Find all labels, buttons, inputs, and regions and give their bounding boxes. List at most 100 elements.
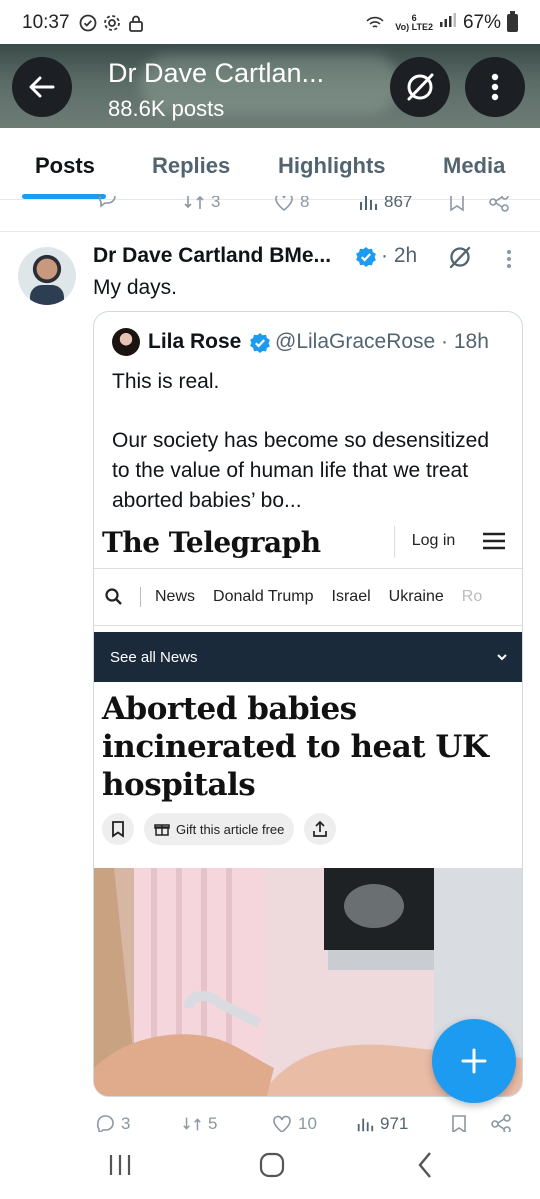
reply-icon[interactable]	[96, 196, 118, 208]
recents-icon	[109, 1155, 131, 1175]
quote-author-avatar	[112, 328, 140, 356]
lock-icon	[126, 13, 146, 33]
gift-article-pill: Gift this article free	[144, 813, 295, 845]
share-button[interactable]	[490, 1114, 512, 1132]
back-button[interactable]	[12, 57, 72, 117]
tab-media[interactable]: Media	[443, 153, 505, 179]
hamburger-icon	[483, 532, 505, 550]
quote-author-handle: @LilaGraceRose · 18h	[275, 330, 489, 353]
quoted-tweet-card[interactable]: Lila Rose @LilaGraceRose · 18h This is r…	[93, 311, 523, 1097]
like-count: 10	[298, 1114, 317, 1132]
grok-icon	[407, 73, 434, 101]
nav-item-truncated: Ro	[461, 588, 483, 605]
recents-button[interactable]	[100, 1150, 140, 1180]
telegraph-logo: The Telegraph	[102, 526, 321, 559]
retweet-icon	[184, 196, 204, 209]
settings-gear-icon	[102, 13, 122, 33]
retweet-button[interactable]: 3	[183, 196, 220, 212]
quote-text-line: This is real.	[112, 370, 220, 393]
grok-icon[interactable]	[447, 244, 473, 270]
like-count: 8	[300, 196, 310, 211]
bookmark-button[interactable]	[450, 1114, 468, 1132]
status-time: 10:37	[22, 12, 70, 33]
views-icon	[357, 1118, 374, 1132]
tab-posts[interactable]: Posts	[35, 153, 95, 179]
quote-text-line: Our society has become so desensitized t…	[112, 429, 490, 512]
more-options-button[interactable]	[465, 57, 525, 117]
views-button[interactable]: 971	[356, 1114, 408, 1132]
reply-button[interactable]: 3	[95, 1114, 130, 1132]
nav-item-donald-trump: Donald Trump	[213, 588, 314, 605]
network-type: 6 Vo) LTE2	[395, 14, 433, 32]
like-button[interactable]: 10	[272, 1114, 317, 1132]
bookmark-button[interactable]	[448, 196, 466, 212]
quote-author-name: Lila Rose	[148, 330, 242, 353]
verified-icon	[356, 247, 376, 267]
views-count: 867	[384, 196, 413, 211]
tweet-text: My days.	[93, 276, 178, 299]
reply-count: 3	[121, 1114, 131, 1132]
previous-tweet-actions: 3 8 867	[0, 196, 540, 218]
bookmark-icon	[452, 1115, 466, 1132]
article-bookmark-icon	[102, 813, 134, 845]
back-arrow-icon	[29, 76, 55, 98]
check-circle-icon	[78, 13, 98, 33]
heart-icon	[275, 196, 293, 211]
article-nav: News Donald Trump Israel Ukraine Ro	[94, 568, 522, 626]
retweet-count: 5	[208, 1114, 218, 1132]
compose-button[interactable]	[432, 1019, 516, 1103]
retweet-icon	[183, 1117, 201, 1131]
nav-item-israel: Israel	[331, 588, 371, 605]
see-all-news-label: See all News	[110, 648, 198, 666]
verified-icon	[250, 333, 270, 353]
chevron-down-icon	[497, 654, 507, 661]
tweet-actions: 3 5 10 971	[0, 1112, 540, 1132]
grok-button[interactable]	[390, 57, 450, 117]
views-icon	[360, 196, 377, 210]
signal-icon	[439, 12, 457, 34]
views-count: 971	[380, 1114, 409, 1132]
views-button[interactable]: 867	[358, 196, 412, 212]
see-all-news-bar: See all News	[94, 632, 522, 682]
share-button[interactable]	[488, 196, 510, 212]
author-avatar[interactable]	[18, 247, 76, 305]
retweet-count: 3	[211, 196, 221, 211]
tab-highlights[interactable]: Highlights	[278, 153, 386, 179]
tweet-author-name[interactable]: Dr Dave Cartland BMe...	[93, 244, 331, 268]
bookmark-icon	[450, 196, 464, 212]
tweet-more-icon[interactable]	[505, 248, 513, 270]
system-nav-bar	[0, 1132, 540, 1199]
compose-icon	[461, 1048, 487, 1074]
nav-item-ukraine: Ukraine	[388, 588, 444, 605]
retweet-button[interactable]: 5	[182, 1114, 217, 1132]
nav-item-news: News	[155, 588, 196, 605]
home-button[interactable]	[252, 1150, 292, 1180]
posts-count: 88.6K posts	[108, 96, 225, 121]
reply-icon	[96, 1115, 114, 1132]
gift-icon	[154, 824, 170, 836]
heart-icon	[273, 1115, 291, 1132]
network-label: Vo) LTE2	[395, 22, 433, 32]
profile-header: Dr Dave Cartlan... 88.6K posts	[0, 44, 540, 128]
gift-label: Gift this article free	[176, 821, 285, 837]
quote-text: This is real. Our society has become so …	[112, 367, 512, 545]
share-icon	[489, 196, 509, 212]
search-icon	[105, 588, 122, 605]
profile-tabs: Posts Replies Highlights Media	[0, 128, 540, 200]
article-headline: Aborted babies incinerated to heat UK ho…	[102, 691, 489, 803]
home-icon	[259, 1152, 285, 1178]
tweet-time[interactable]: · 2h	[381, 244, 417, 268]
back-nav-button[interactable]	[405, 1150, 445, 1180]
article-share-icon	[304, 813, 337, 845]
status-bar: 10:37 6 Vo) LTE2 67%	[0, 0, 540, 46]
tab-replies[interactable]: Replies	[152, 153, 230, 179]
wifi-calling-icon	[365, 13, 385, 33]
more-icon	[491, 73, 499, 101]
article-actions: Gift this article free	[102, 812, 337, 846]
login-link: Log in	[394, 526, 472, 558]
like-button[interactable]: 8	[274, 196, 309, 212]
back-nav-icon	[418, 1152, 431, 1178]
battery-percent: 67%	[462, 12, 501, 33]
share-icon	[491, 1114, 511, 1132]
article-screenshot[interactable]: The Telegraph Log in News Donald Trump I…	[94, 522, 522, 1096]
